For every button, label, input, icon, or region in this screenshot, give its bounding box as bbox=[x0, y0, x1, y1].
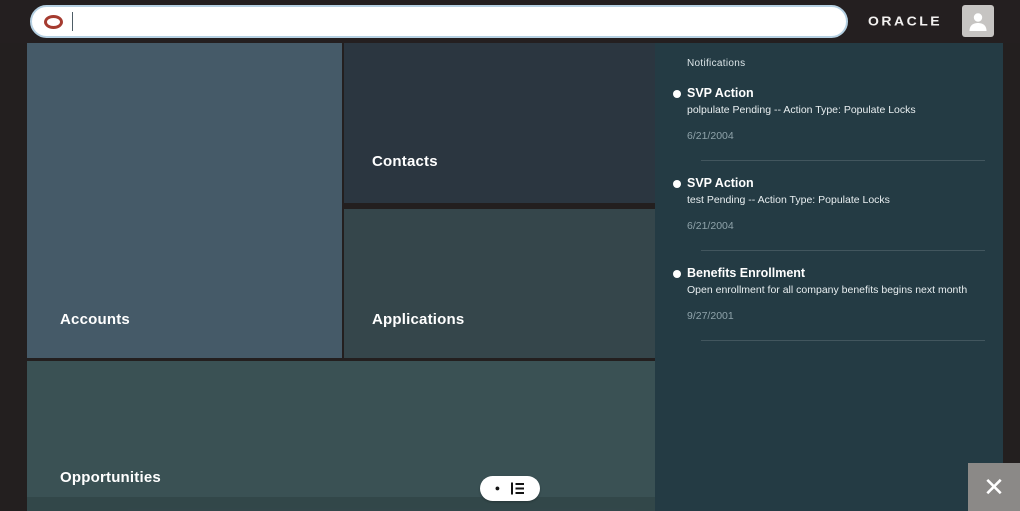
page-indicator-dot-icon[interactable]: ● bbox=[495, 484, 500, 493]
oracle-o-icon bbox=[44, 14, 63, 29]
tile-opportunities[interactable]: Opportunities bbox=[27, 361, 655, 511]
notification-title: SVP Action bbox=[687, 86, 754, 100]
notification-description: test Pending -- Action Type: Populate Lo… bbox=[687, 194, 890, 206]
notification-item[interactable]: SVP Action polpulate Pending -- Action T… bbox=[673, 71, 985, 161]
tile-opportunities-label: Opportunities bbox=[60, 469, 161, 486]
notifications-header: Notifications bbox=[687, 58, 746, 69]
oracle-wordmark: ORACLE bbox=[868, 13, 943, 29]
tile-contacts[interactable]: Contacts bbox=[344, 43, 655, 203]
bottom-shade bbox=[27, 497, 655, 511]
notification-date: 6/21/2004 bbox=[687, 130, 734, 142]
notification-date: 6/21/2004 bbox=[687, 220, 734, 232]
notifications-list: SVP Action polpulate Pending -- Action T… bbox=[655, 69, 1003, 341]
notification-description: Open enrollment for all company benefits… bbox=[687, 284, 968, 296]
app-screen: ORACLE Accounts Contacts Applications Op… bbox=[0, 0, 1020, 511]
global-search-bar[interactable] bbox=[30, 5, 848, 38]
notification-description: polpulate Pending -- Action Type: Popula… bbox=[687, 104, 916, 116]
right-edge-strip bbox=[1003, 43, 1020, 511]
person-icon bbox=[969, 13, 987, 31]
notification-title: SVP Action bbox=[687, 176, 754, 190]
unread-dot-icon bbox=[673, 180, 681, 188]
tile-contacts-label: Contacts bbox=[372, 153, 438, 170]
notifications-panel: Notifications SVP Action polpulate Pendi… bbox=[655, 43, 1003, 511]
unread-dot-icon bbox=[673, 270, 681, 278]
divider bbox=[701, 340, 985, 341]
left-edge-strip bbox=[0, 43, 27, 511]
view-toggle-pill[interactable]: ● bbox=[480, 476, 540, 501]
list-view-icon[interactable] bbox=[510, 481, 525, 496]
notification-item[interactable]: Benefits Enrollment Open enrollment for … bbox=[673, 251, 985, 341]
close-button[interactable]: ✕ bbox=[968, 463, 1020, 511]
user-avatar-button[interactable] bbox=[962, 5, 994, 37]
tile-applications-label: Applications bbox=[372, 311, 465, 328]
notification-title: Benefits Enrollment bbox=[687, 266, 806, 280]
search-input[interactable] bbox=[73, 7, 846, 36]
tile-applications[interactable]: Applications bbox=[344, 209, 655, 358]
notification-item[interactable]: SVP Action test Pending -- Action Type: … bbox=[673, 161, 985, 251]
top-bar: ORACLE bbox=[0, 0, 1020, 43]
tile-accounts-label: Accounts bbox=[60, 311, 130, 328]
notification-date: 9/27/2001 bbox=[687, 310, 734, 322]
close-icon: ✕ bbox=[983, 472, 1005, 502]
unread-dot-icon bbox=[673, 90, 681, 98]
tile-accounts[interactable]: Accounts bbox=[27, 43, 342, 358]
